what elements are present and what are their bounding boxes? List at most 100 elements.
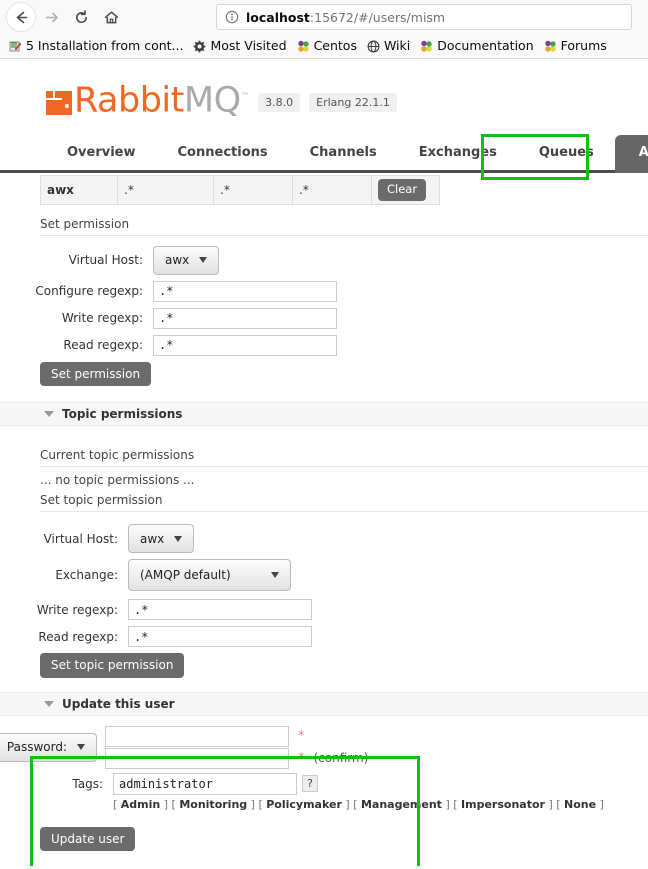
- topic-vhost-select[interactable]: awx: [128, 524, 195, 554]
- trademark-symbol: ™: [240, 92, 250, 103]
- bookmark-label: Most Visited: [210, 37, 287, 53]
- topic-permissions-title: Topic permissions: [62, 407, 183, 422]
- chevron-down-icon: [199, 257, 208, 264]
- bookmark-label: 5 Installation from cont...: [26, 37, 184, 53]
- password-type-select[interactable]: Password:: [0, 732, 97, 762]
- nav-tab-queues[interactable]: Queues: [518, 145, 615, 173]
- clear-permission-button[interactable]: Clear: [378, 179, 427, 201]
- topic-form-row-read: Read regexp:: [0, 626, 648, 648]
- nav-tab-connections[interactable]: Connections: [157, 145, 289, 173]
- vhost-select-value: awx: [165, 253, 190, 268]
- chevron-down-icon: [77, 744, 85, 751]
- chevron-down-icon: [271, 572, 279, 579]
- set-topic-permission-button[interactable]: Set topic permission: [40, 653, 185, 678]
- password-label: Password:: [6, 740, 67, 755]
- form-row-vhost: Virtual Host: awx: [0, 245, 648, 275]
- tags-input[interactable]: [113, 772, 297, 795]
- read-regexp-label: Read regexp:: [63, 338, 143, 353]
- set-topic-permission-title: Set topic permission: [40, 493, 648, 513]
- topic-write-regexp-input[interactable]: [128, 599, 312, 621]
- tag-link-admin[interactable]: Admin: [121, 798, 160, 811]
- topic-form-row-submit: Set topic permission: [0, 653, 648, 678]
- rabbitmq-wordmark: RabbitMQ™: [74, 81, 250, 119]
- tag-link-monitoring[interactable]: Monitoring: [179, 798, 247, 811]
- read-regexp-input[interactable]: [153, 334, 337, 356]
- url-host: localhost: [246, 9, 310, 25]
- bookmarks-bar: 5 Installation from cont... Most Visited…: [0, 34, 648, 58]
- bookmark-centos[interactable]: Centos: [292, 36, 362, 56]
- configure-regexp-label: Configure regexp:: [35, 284, 143, 299]
- cell-vhost: awx: [40, 175, 118, 205]
- password-confirm-input[interactable]: [105, 747, 289, 769]
- update-user-section-header[interactable]: Update this user: [0, 691, 648, 716]
- cell-read: .*: [292, 175, 372, 205]
- tags-help-icon[interactable]: ?: [302, 775, 318, 793]
- update-user-form: Password: * * (confirm) Tags: administra…: [0, 725, 648, 851]
- configure-regexp-input[interactable]: [153, 280, 337, 302]
- set-permission-title: Set permission: [40, 217, 648, 236]
- brand-row: RabbitMQ™ 3.8.0 Erlang 22.1.1: [0, 59, 648, 119]
- form-row-read: Read regexp:: [0, 334, 648, 356]
- main-navigation: Overview Connections Channels Exchanges …: [0, 131, 648, 180]
- exchange-select[interactable]: (AMQP default): [128, 559, 291, 592]
- topic-read-regexp-input[interactable]: [128, 626, 312, 648]
- info-circle-icon[interactable]: [225, 10, 239, 24]
- password-confirm-required-mark: *: [298, 750, 305, 766]
- tag-link-none[interactable]: None: [564, 798, 596, 811]
- chevron-down-icon: [174, 535, 183, 542]
- topic-write-regexp-label: Write regexp:: [36, 602, 118, 617]
- forward-arrow-icon: [45, 12, 58, 22]
- url-path: :15672/#/users/mism: [309, 9, 446, 25]
- update-user-button[interactable]: Update user: [40, 826, 136, 851]
- version-badge: 3.8.0: [258, 93, 301, 112]
- nav-tab-exchanges[interactable]: Exchanges: [398, 145, 518, 173]
- reload-button[interactable]: [66, 2, 96, 32]
- bookmark-wiki[interactable]: Wiki: [362, 36, 415, 56]
- topic-form-row-exchange: Exchange: (AMQP default): [0, 559, 648, 592]
- nav-tab-channels[interactable]: Channels: [289, 145, 398, 173]
- password-fields: * * (confirm): [105, 725, 369, 769]
- bookmark-label: Documentation: [437, 37, 534, 53]
- bookmark-most-visited[interactable]: Most Visited: [188, 36, 291, 56]
- write-regexp-input[interactable]: [153, 307, 337, 329]
- reload-icon: [75, 9, 87, 23]
- back-button[interactable]: [6, 2, 36, 32]
- cell-action: Clear: [371, 175, 440, 205]
- home-button[interactable]: [96, 2, 126, 32]
- password-confirm-text: (confirm): [313, 751, 369, 766]
- rabbitmq-logo-icon: [46, 85, 72, 115]
- tag-link-policymaker[interactable]: Policymaker: [266, 798, 342, 811]
- form-row-write: Write regexp:: [0, 307, 648, 329]
- tag-link-impersonator[interactable]: Impersonator: [461, 798, 545, 811]
- page-content: awx .* .* .* Clear Set permission Virtua…: [0, 175, 648, 851]
- write-regexp-label: Write regexp:: [61, 311, 143, 326]
- table-row: awx .* .* .* Clear: [40, 175, 440, 205]
- bookmark-forums[interactable]: Forums: [539, 36, 612, 56]
- wordmark-mq: MQ: [183, 81, 241, 121]
- notepad-icon: [9, 40, 22, 53]
- globe-icon: [367, 40, 380, 53]
- set-permission-button[interactable]: Set permission: [40, 361, 152, 387]
- home-icon: [104, 10, 118, 23]
- form-row-tags: Tags: ? [ Admin ] [ Monitoring ] [ Polic…: [0, 772, 648, 811]
- tag-link-management[interactable]: Management: [361, 798, 442, 811]
- topic-read-regexp-label: Read regexp:: [38, 629, 118, 644]
- address-bar[interactable]: localhost:15672/#/users/mism: [216, 4, 632, 30]
- browser-toolbar: localhost:15672/#/users/mism: [0, 0, 648, 34]
- nav-tab-admin[interactable]: Admin: [614, 135, 648, 173]
- puzzle-icon: [544, 40, 557, 53]
- bookmark-documentation[interactable]: Documentation: [415, 36, 538, 56]
- wordmark-rabbit: Rabbit: [74, 81, 184, 121]
- vhost-select[interactable]: awx: [153, 245, 220, 275]
- topic-form-row-write: Write regexp:: [0, 599, 648, 621]
- topic-permissions-section-header[interactable]: Topic permissions: [0, 402, 648, 427]
- password-input[interactable]: [105, 725, 289, 747]
- form-row-password: Password: * * (confirm): [0, 725, 648, 769]
- browser-chrome: localhost:15672/#/users/mism 5 Installat…: [0, 0, 648, 59]
- forward-button[interactable]: [36, 2, 66, 32]
- nav-tab-overview[interactable]: Overview: [46, 145, 157, 173]
- password-required-mark: *: [298, 728, 305, 744]
- caret-down-icon: [44, 411, 54, 418]
- bookmark-installation[interactable]: 5 Installation from cont...: [4, 36, 188, 56]
- set-permission-form: Virtual Host: awx Configure regexp: Writ…: [0, 245, 648, 387]
